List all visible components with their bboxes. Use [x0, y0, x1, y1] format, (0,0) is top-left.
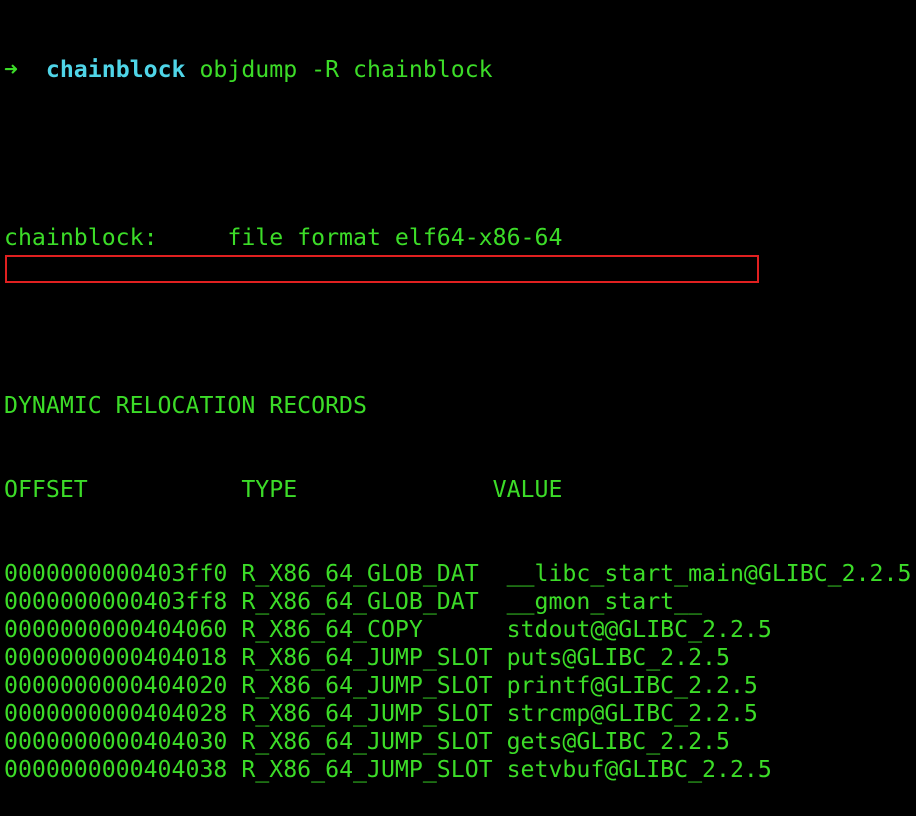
relocation-record-row: 0000000000404038 R_X86_64_JUMP_SLOT setv… [4, 756, 916, 784]
record-offset: 0000000000403ff0 [4, 560, 228, 587]
section-title: DYNAMIC RELOCATION RECORDS [4, 392, 367, 419]
record-value: puts@GLIBC_2.2.5 [506, 644, 730, 671]
record-value: strcmp@GLIBC_2.2.5 [506, 700, 758, 727]
prompt-arrow-icon: ➜ [4, 56, 18, 83]
record-value: stdout@@GLIBC_2.2.5 [506, 616, 772, 643]
highlight-box-puts-record [5, 255, 759, 283]
terminal-output[interactable]: ➜ chainblock objdump -R chainblock chain… [4, 0, 916, 783]
prompt-directory: chainblock [45, 56, 186, 83]
record-type: R_X86_64_GLOB_DAT [241, 588, 479, 615]
relocation-record-row: 0000000000404018 R_X86_64_JUMP_SLOT puts… [4, 644, 916, 672]
file-name: chainblock: [4, 224, 158, 251]
relocation-record-row: 0000000000404060 R_X86_64_COPY stdout@@G… [4, 616, 916, 644]
record-type: R_X86_64_GLOB_DAT [241, 560, 479, 587]
record-value: setvbuf@GLIBC_2.2.5 [506, 756, 772, 783]
relocation-record-row: 0000000000403ff8 R_X86_64_GLOB_DAT __gmo… [4, 588, 916, 616]
record-value: printf@GLIBC_2.2.5 [506, 672, 758, 699]
relocation-record-row: 0000000000404020 R_X86_64_JUMP_SLOT prin… [4, 672, 916, 700]
record-value: gets@GLIBC_2.2.5 [506, 728, 730, 755]
column-header-value: VALUE [492, 476, 563, 503]
relocation-records: 0000000000403ff0 R_X86_64_GLOB_DAT __lib… [4, 560, 916, 784]
relocation-record-row: 0000000000404028 R_X86_64_JUMP_SLOT strc… [4, 700, 916, 728]
relocation-record-row: 0000000000404030 R_X86_64_JUMP_SLOT gets… [4, 728, 916, 756]
column-header-row: OFFSET TYPE VALUE [4, 476, 916, 504]
record-offset: 0000000000404060 [4, 616, 228, 643]
record-offset: 0000000000404030 [4, 728, 228, 755]
record-type: R_X86_64_JUMP_SLOT [241, 728, 493, 755]
file-format-line: chainblock: file format elf64-x86-64 [4, 224, 916, 252]
record-type: R_X86_64_JUMP_SLOT [241, 672, 493, 699]
record-offset: 0000000000404018 [4, 644, 228, 671]
prompt-line: ➜ chainblock objdump -R chainblock [4, 56, 916, 84]
prompt-command: objdump -R chainblock [199, 56, 493, 83]
record-offset: 0000000000403ff8 [4, 588, 228, 615]
record-value: __libc_start_main@GLIBC_2.2.5 [506, 560, 912, 587]
file-format: file format elf64-x86-64 [227, 224, 563, 251]
column-header-type: TYPE [241, 476, 298, 503]
record-type: R_X86_64_COPY [241, 616, 423, 643]
record-value: __gmon_start__ [506, 588, 703, 615]
record-type: R_X86_64_JUMP_SLOT [241, 700, 493, 727]
record-offset: 0000000000404020 [4, 672, 228, 699]
column-header-offset: OFFSET [4, 476, 88, 503]
relocation-record-row: 0000000000403ff0 R_X86_64_GLOB_DAT __lib… [4, 560, 916, 588]
record-offset: 0000000000404028 [4, 700, 228, 727]
record-offset: 0000000000404038 [4, 756, 228, 783]
record-type: R_X86_64_JUMP_SLOT [241, 756, 493, 783]
record-type: R_X86_64_JUMP_SLOT [241, 644, 493, 671]
